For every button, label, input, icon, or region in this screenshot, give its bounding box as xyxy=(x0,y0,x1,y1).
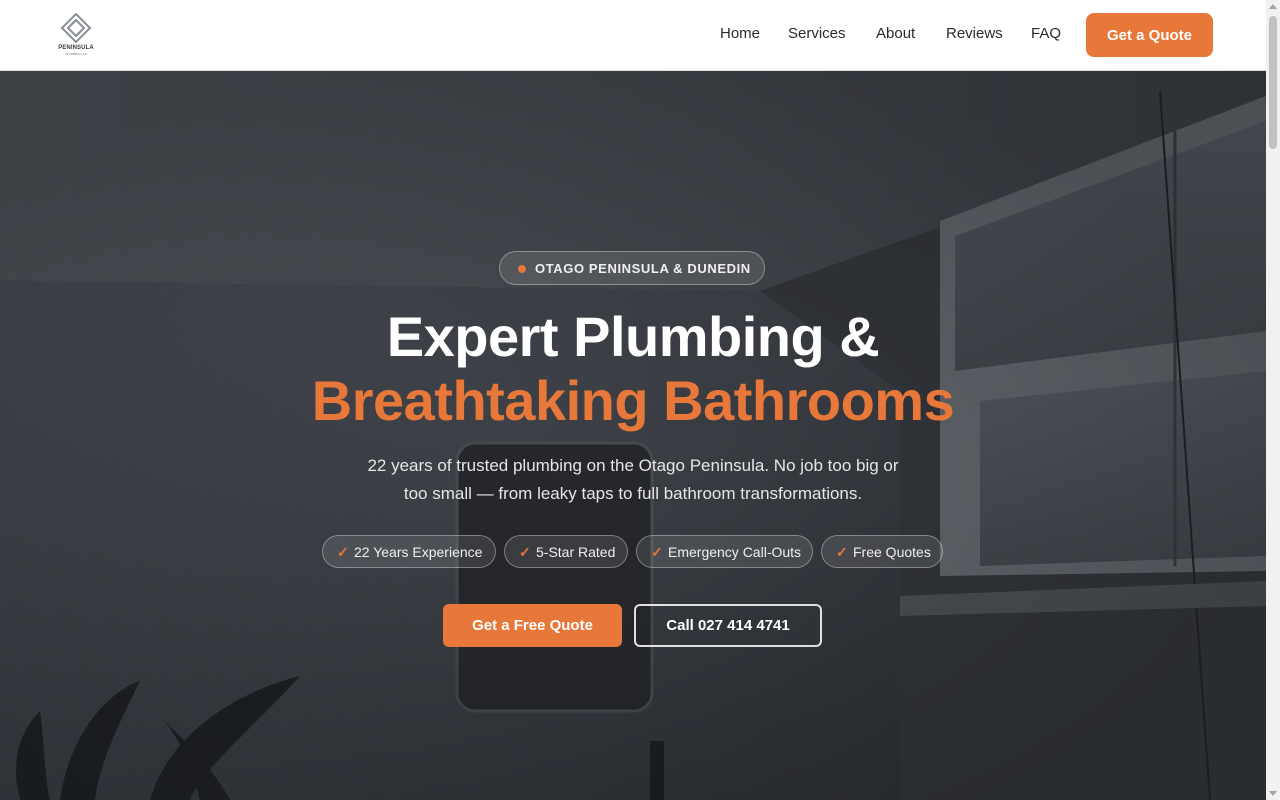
badge-rating: ✓ 5-Star Rated xyxy=(504,535,628,568)
get-a-quote-button[interactable]: Get a Quote xyxy=(1086,13,1213,57)
page-scrollbar[interactable] xyxy=(1266,0,1280,800)
badge-label: Free Quotes xyxy=(853,544,931,560)
badge-label: 22 Years Experience xyxy=(354,544,483,560)
hero-heading-line2: Breathtaking Bathrooms xyxy=(311,369,955,432)
check-icon: ✓ xyxy=(519,544,531,560)
logo-subtext: PLUMBING LTD xyxy=(65,52,87,56)
badge-label: Emergency Call-Outs xyxy=(668,544,802,560)
nav-reviews[interactable]: Reviews xyxy=(946,25,1003,42)
get-free-quote-button[interactable]: Get a Free Quote xyxy=(443,604,622,647)
nav-home[interactable]: Home xyxy=(720,25,760,42)
logo-icon xyxy=(60,12,92,44)
hero-overlay xyxy=(0,71,1266,800)
badge-experience: ✓ 22 Years Experience xyxy=(322,535,496,568)
check-icon: ✓ xyxy=(337,544,349,560)
logo-wordmark: PENINSULA xyxy=(58,45,94,51)
badge-free-quotes: ✓ Free Quotes xyxy=(821,535,943,568)
site-header: PENINSULA PLUMBING LTD Home Services Abo… xyxy=(0,0,1266,71)
location-tag: OTAGO PENINSULA & DUNEDIN xyxy=(499,251,765,285)
hero-heading-line1: Expert Plumbing & xyxy=(386,305,880,368)
badge-label: 5-Star Rated xyxy=(536,544,616,560)
scroll-up-arrow-icon[interactable] xyxy=(1269,4,1277,9)
scroll-down-arrow-icon[interactable] xyxy=(1269,791,1277,796)
dot-icon xyxy=(518,265,526,273)
location-tag-label: OTAGO PENINSULA & DUNEDIN xyxy=(535,261,751,276)
check-icon: ✓ xyxy=(651,544,663,560)
nav-faq[interactable]: FAQ xyxy=(1031,25,1061,42)
nav-services[interactable]: Services xyxy=(788,25,846,42)
nav-about[interactable]: About xyxy=(876,25,915,42)
scrollbar-thumb[interactable] xyxy=(1269,16,1277,149)
hero-section: OTAGO PENINSULA & DUNEDIN Expert Plumbin… xyxy=(0,71,1266,800)
call-phone-button[interactable]: Call 027 414 4741 xyxy=(634,604,822,647)
hero-subheading: 22 years of trusted plumbing on the Otag… xyxy=(367,456,899,503)
logo[interactable]: PENINSULA PLUMBING LTD xyxy=(56,12,96,58)
check-icon: ✓ xyxy=(836,544,848,560)
badge-emergency: ✓ Emergency Call-Outs xyxy=(636,535,813,568)
